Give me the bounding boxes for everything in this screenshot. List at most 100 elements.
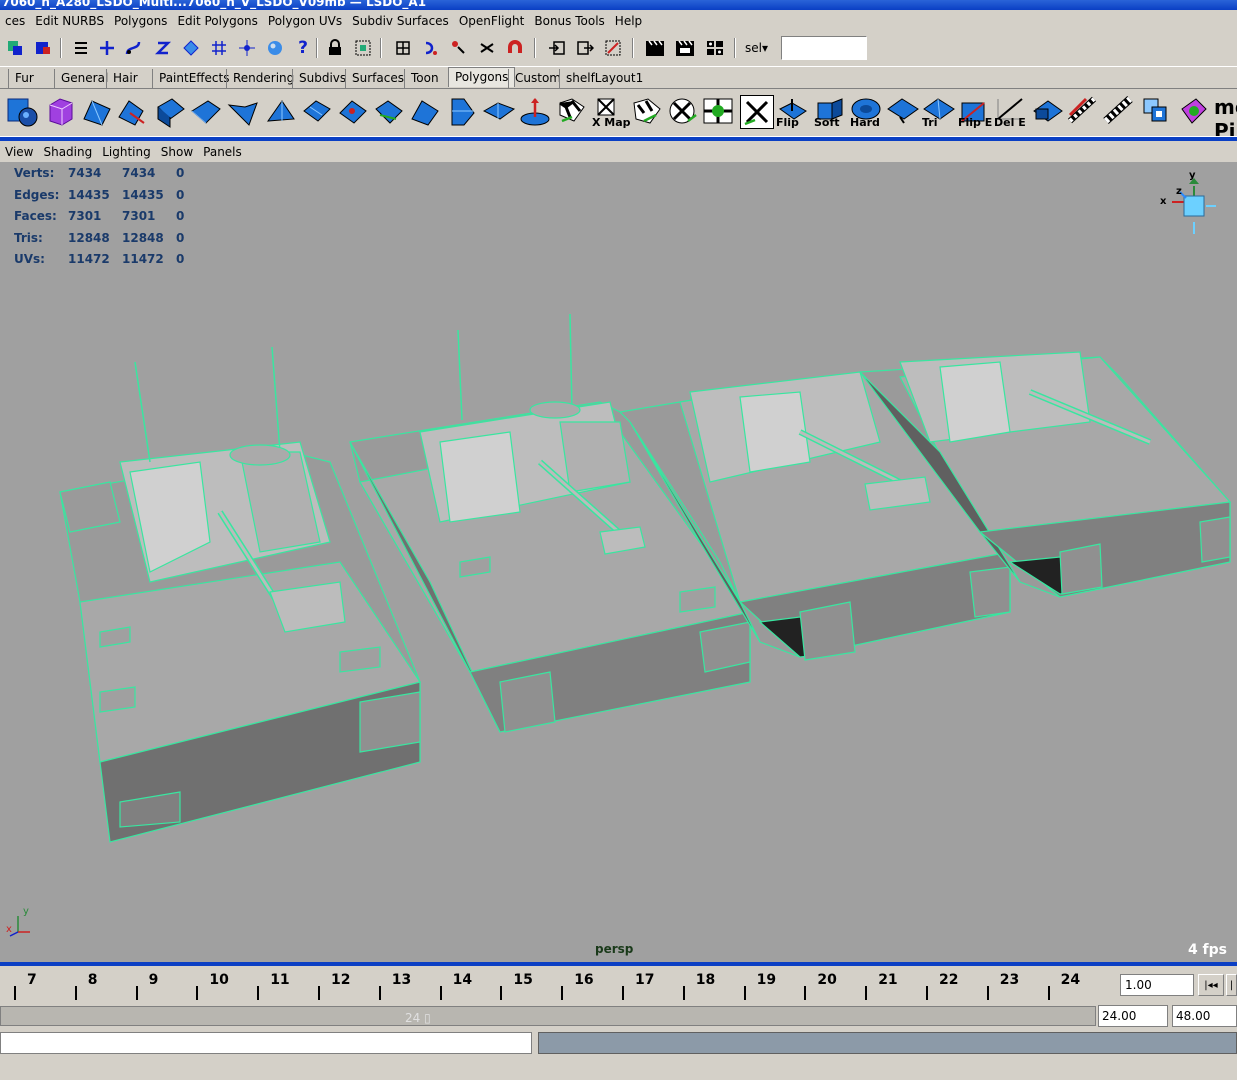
filter-icon[interactable]	[70, 37, 92, 59]
poly-plane-icon[interactable]	[154, 95, 188, 129]
range-end-marker: 24	[405, 1011, 421, 1025]
import-icon[interactable]	[546, 37, 568, 59]
delete-edge-icon[interactable]: Del E	[994, 95, 1028, 129]
command-input[interactable]	[0, 1032, 532, 1054]
range-start-field[interactable]: 24.00	[1098, 1005, 1168, 1027]
poly-cone-icon[interactable]	[116, 95, 150, 129]
checker-map-icon[interactable]	[556, 95, 590, 129]
select-hierarchy-icon[interactable]	[4, 37, 26, 59]
spherical-map-icon[interactable]	[702, 95, 736, 129]
tab-shelflayout1[interactable]: shelfLayout1	[559, 69, 649, 89]
snap-curve-icon[interactable]	[122, 37, 144, 59]
shelf-label-flip-e: Flip E	[958, 116, 993, 129]
menu-item-polygon-uvs[interactable]: Polygon UVs	[263, 14, 347, 28]
tab-hair[interactable]: Hair	[106, 69, 144, 89]
render-globals-icon[interactable]	[704, 37, 726, 59]
menu-item-edit-polygons[interactable]: Edit Polygons	[172, 14, 262, 28]
reverse-icon[interactable]	[886, 95, 920, 129]
render-sphere-icon[interactable]	[264, 37, 286, 59]
stat-label: UVs:	[14, 252, 45, 266]
perspective-viewport[interactable]: Verts: 7434 7434 0 Edges: 14435 14435 0 …	[0, 162, 1237, 962]
construction-history-icon[interactable]	[392, 37, 414, 59]
move-icon[interactable]	[96, 37, 118, 59]
panel-menu-lighting[interactable]: Lighting	[97, 145, 156, 159]
time-slider[interactable]: 7 8 9 10 11 12 13 14 15 16 17 18 19 20 21 22 23 24	[0, 966, 1100, 1002]
panel-menu-view[interactable]: View	[0, 145, 38, 159]
menu-item-polygons[interactable]: Polygons	[109, 14, 172, 28]
input-ops-icon[interactable]	[420, 37, 442, 59]
planar-map-icon[interactable]	[630, 95, 664, 129]
wedge-face-icon[interactable]	[446, 95, 480, 129]
stat-value: 12848	[122, 230, 164, 245]
render-clapper-icon[interactable]	[644, 37, 666, 59]
lock-icon[interactable]	[324, 37, 346, 59]
menu-item-openflight[interactable]: OpenFlight	[454, 14, 530, 28]
triangulate-icon[interactable]: Tri	[922, 95, 956, 129]
append-polygon-icon[interactable]	[482, 95, 516, 129]
ipr-clapper-icon[interactable]	[674, 37, 696, 59]
magnet-icon[interactable]	[504, 37, 526, 59]
range-slider-handle[interactable]: 24 ▯	[405, 1011, 445, 1027]
checker-striped-icon[interactable]	[1066, 95, 1100, 129]
render-region-icon[interactable]	[602, 37, 624, 59]
menu-item-bonus-tools[interactable]: Bonus Tools	[529, 14, 609, 28]
tab-painteffects[interactable]: PaintEffects	[152, 69, 235, 89]
poly-cylinder-icon[interactable]	[80, 95, 114, 129]
panel-menu-shading[interactable]: Shading	[38, 145, 97, 159]
snap-grid-icon[interactable]	[208, 37, 230, 59]
poly-torus-icon[interactable]	[190, 95, 224, 129]
current-frame-field[interactable]: 1.00	[1120, 974, 1194, 996]
poly-cube-icon[interactable]	[44, 95, 78, 129]
help-icon[interactable]: ?	[292, 37, 314, 59]
range-end-field[interactable]: 48.00	[1172, 1005, 1237, 1027]
auto-map-icon[interactable]	[740, 95, 774, 129]
mel-pip-icon[interactable]: me Pip	[1212, 95, 1237, 143]
range-slider-track[interactable]: 24 ▯	[0, 1006, 1096, 1026]
cylindrical-map-icon[interactable]	[666, 95, 700, 129]
step-back-button[interactable]: |	[1226, 974, 1237, 996]
snap-view-icon[interactable]	[236, 37, 258, 59]
tab-subdivs[interactable]: Subdivs	[292, 69, 352, 89]
split-polygon-icon[interactable]	[408, 95, 442, 129]
selection-highlight-icon[interactable]	[352, 37, 374, 59]
uv-editor-icon[interactable]	[1140, 95, 1174, 129]
tab-fur[interactable]: Fur	[8, 69, 40, 89]
menu-item-edit-nurbs[interactable]: Edit NURBS	[30, 14, 109, 28]
snap-point-icon[interactable]	[152, 37, 174, 59]
checker-uv-icon[interactable]	[1102, 95, 1136, 129]
flip-normals-icon[interactable]: Flip	[776, 95, 810, 129]
select-object-icon[interactable]	[32, 37, 54, 59]
flip-edge-icon[interactable]: Flip E	[958, 95, 992, 129]
move-component-icon[interactable]	[518, 95, 552, 129]
frame-tick	[196, 986, 199, 1000]
harden-edge-icon[interactable]: Hard	[850, 95, 884, 129]
panel-menu-panels[interactable]: Panels	[198, 145, 247, 159]
hypershade-icon[interactable]	[1176, 95, 1210, 129]
snap-together-icon[interactable]	[476, 37, 498, 59]
view-cube-icon[interactable]: y x z	[1158, 170, 1222, 242]
extrude-face-icon[interactable]	[336, 95, 370, 129]
magnet-dots-icon[interactable]	[448, 37, 470, 59]
merge-vertex-icon[interactable]	[1030, 95, 1064, 129]
poly-prism-icon[interactable]	[226, 95, 260, 129]
menu-item-subdiv-surfaces[interactable]: Subdiv Surfaces	[347, 14, 454, 28]
poly-pipe-icon[interactable]	[300, 95, 334, 129]
snap-surface-icon[interactable]	[180, 37, 202, 59]
go-to-start-button[interactable]: |◂◂	[1198, 974, 1224, 996]
selection-mode-dropdown[interactable]: sel▾	[745, 41, 768, 55]
tab-polygons[interactable]: Polygons	[448, 67, 516, 87]
menu-item-ces[interactable]: ces	[0, 14, 30, 28]
tab-rendering[interactable]: Rendering	[226, 69, 300, 89]
tab-toon[interactable]: Toon	[404, 69, 445, 89]
x-map-icon[interactable]: X Map	[592, 95, 631, 129]
menu-item-help[interactable]: Help	[610, 14, 647, 28]
view-cube-x-label: x	[1160, 196, 1167, 207]
extrude-edge-icon[interactable]	[372, 95, 406, 129]
poly-pyramid-icon[interactable]	[264, 95, 298, 129]
panel-menu-show[interactable]: Show	[156, 145, 198, 159]
poly-sphere-icon[interactable]	[6, 95, 40, 129]
tab-surfaces[interactable]: Surfaces	[345, 69, 410, 89]
export-icon[interactable]	[574, 37, 596, 59]
soften-edge-icon[interactable]: Soft	[814, 95, 848, 129]
quick-select-input[interactable]	[781, 36, 867, 60]
